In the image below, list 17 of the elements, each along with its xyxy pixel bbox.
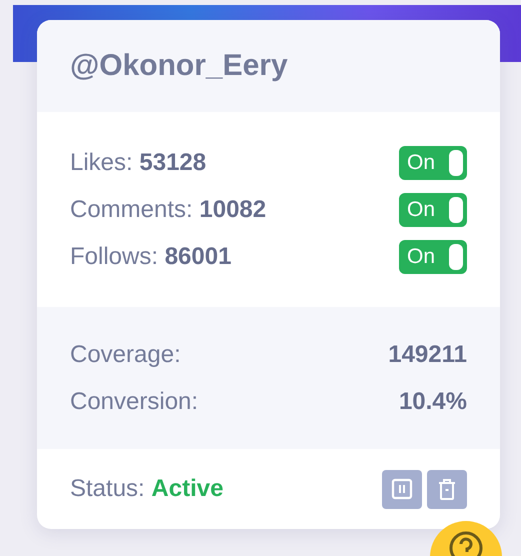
summary-value: 10.4%: [398, 388, 467, 416]
toggle-switch[interactable]: On: [399, 240, 467, 274]
toggle-switch[interactable]: On: [399, 192, 467, 226]
pause-icon: [391, 478, 413, 500]
username: @Okonor_Eery: [70, 49, 288, 83]
summary-value: 149211: [388, 340, 467, 368]
metric-label: Follows: 86001: [70, 242, 232, 270]
metric-label: Likes: 53128: [70, 148, 206, 176]
help-icon: [449, 531, 483, 556]
summary-label: Conversion:: [70, 388, 198, 416]
toggle-switch[interactable]: On: [399, 146, 467, 180]
status-text: Status: Active: [70, 475, 224, 503]
trash-icon: [437, 478, 457, 500]
pause-button[interactable]: [382, 470, 422, 508]
delete-button[interactable]: [427, 470, 467, 508]
summary-label: Coverage:: [70, 340, 181, 368]
metric-label: Comments: 10082: [70, 196, 266, 224]
